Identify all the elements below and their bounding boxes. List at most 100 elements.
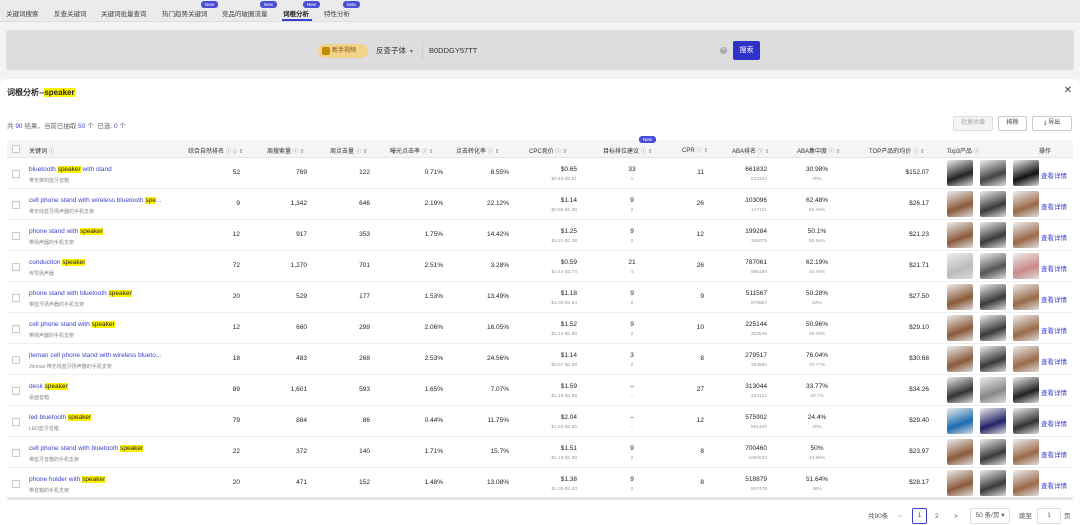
view-details-link[interactable]: 查看详情 (1041, 170, 1067, 180)
product-thumbnail[interactable] (947, 377, 973, 403)
col-cpr[interactable]: CPR ⓘ ⇕ (682, 146, 708, 154)
product-thumbnail[interactable] (947, 222, 973, 248)
col-cpc[interactable]: CPC竞价 ⓘ ⇕ (529, 146, 567, 155)
col-top-avg-price[interactable]: TOP产品的均价 ⓘ ⇕ (869, 146, 925, 155)
select-all-checkbox[interactable] (12, 145, 20, 153)
col-keyword[interactable]: 关键词 ⓘ (29, 146, 54, 155)
page-size-select[interactable]: 50 条/页 ▾ (970, 508, 1010, 524)
keyword-link[interactable]: cell phone stand with bluetooth speaker (29, 445, 144, 452)
tab-batch-query[interactable]: 关键词批量查询 (101, 8, 147, 18)
tab-feature-analysis[interactable]: 特性分析 (324, 8, 350, 18)
table-row[interactable]: phone stand with bluetooth speaker 带蓝牙扬声器… (7, 282, 1073, 313)
product-thumbnail[interactable] (1013, 315, 1039, 341)
tab-trending-keyword[interactable]: 热门趋势关键词 (162, 8, 208, 18)
product-thumbnail[interactable] (980, 160, 1006, 186)
tab-root-analysis[interactable]: 词根分析 (283, 8, 309, 18)
product-thumbnail[interactable] (1013, 160, 1039, 186)
product-thumbnail[interactable] (980, 377, 1006, 403)
col-aba-concentration[interactable]: ABA集中度 ⓘ ⇕ (797, 146, 840, 155)
product-thumbnail[interactable] (947, 191, 973, 217)
close-icon[interactable]: ✕ (1064, 85, 1072, 96)
product-thumbnail[interactable] (947, 160, 973, 186)
view-details-link[interactable]: 查看详情 (1041, 449, 1067, 459)
tutorial-video-button[interactable]: 新手视频 (318, 44, 368, 58)
row-checkbox[interactable] (12, 387, 20, 395)
view-details-link[interactable]: 查看详情 (1041, 325, 1067, 335)
table-row[interactable]: cell phone stand with speaker 带扬声器的手机支架 12… (7, 313, 1073, 344)
table-row[interactable]: cell phone stand with bluetooth speaker 带… (7, 437, 1073, 468)
search-type-select[interactable]: 反查子体 ▾ (376, 44, 413, 59)
table-row[interactable]: bluetooth speaker with stand 带支架的蓝牙音箱 52 76… (7, 158, 1073, 189)
tab-keyword-search[interactable]: 关键词搜索 (6, 8, 39, 18)
table-row[interactable]: conduction speaker 传导扬声器 72 1,270 701 2.51% 3.… (7, 251, 1073, 282)
product-thumbnail[interactable] (1013, 408, 1039, 434)
keyword-link[interactable]: conduction speaker (29, 259, 86, 266)
row-checkbox[interactable] (12, 201, 20, 209)
col-weekly-clicks[interactable]: 周点击量 ⓘ ⇕ (330, 146, 367, 155)
col-weekly-search[interactable]: 周搜索量 ⓘ ⇕ (267, 146, 304, 155)
col-cvr[interactable]: 点击转化率 ⓘ ⇕ (456, 146, 499, 155)
view-details-link[interactable]: 查看详情 (1041, 263, 1067, 273)
view-details-link[interactable]: 查看详情 (1041, 356, 1067, 366)
product-thumbnail[interactable] (947, 315, 973, 341)
keyword-link[interactable]: phone holder with speaker (29, 476, 106, 483)
next-page-icon[interactable]: > (954, 510, 958, 524)
product-thumbnail[interactable] (980, 191, 1006, 217)
row-checkbox[interactable] (12, 232, 20, 240)
product-thumbnail[interactable] (980, 470, 1006, 496)
keyword-link[interactable]: bluetooth speaker with stand (29, 166, 112, 173)
product-thumbnail[interactable] (980, 284, 1006, 310)
col-ctr[interactable]: 曝光点击率 ⓘ ⇕ (390, 146, 433, 155)
asin-input[interactable]: B0DDGY57TT (422, 42, 728, 60)
table-row[interactable]: jteman cell phone stand with wireless bl… (7, 344, 1073, 375)
tab-competitor-traffic[interactable]: 竞品的破圈流量 (222, 8, 268, 18)
keyword-link[interactable]: desk speaker (29, 383, 68, 390)
keyword-link[interactable]: phone stand with bluetooth speaker (29, 290, 132, 297)
page-2[interactable]: 2 (935, 510, 939, 524)
prev-page-icon[interactable]: < (898, 510, 902, 524)
keyword-link[interactable]: cell phone stand with wireless bluetooth… (29, 197, 161, 204)
row-checkbox[interactable] (12, 170, 20, 178)
table-row[interactable]: led bluetooth speaker LED蓝牙音箱 79 884 86 0.44%… (7, 406, 1073, 437)
product-thumbnail[interactable] (1013, 222, 1039, 248)
keyword-link[interactable]: jteman cell phone stand with wireless bl… (29, 352, 161, 359)
keyword-link[interactable]: led bluetooth speaker (29, 414, 92, 421)
product-thumbnail[interactable] (980, 253, 1006, 279)
row-checkbox[interactable] (12, 418, 20, 426)
product-thumbnail[interactable] (947, 470, 973, 496)
table-row[interactable]: phone stand with speaker 带扬声器的手机支架 12 917 35… (7, 220, 1073, 251)
product-thumbnail[interactable] (1013, 253, 1039, 279)
batch-favorite-button[interactable]: 批量收藏 (953, 116, 993, 131)
row-checkbox[interactable] (12, 480, 20, 488)
product-thumbnail[interactable] (1013, 284, 1039, 310)
export-button[interactable]: ⤓ 导出 (1032, 116, 1072, 131)
product-thumbnail[interactable] (980, 222, 1006, 248)
col-target-position[interactable]: 目标排位建议 ⓘ ⇕ (603, 146, 652, 155)
view-details-link[interactable]: 查看详情 (1041, 480, 1067, 490)
col-natural-rank[interactable]: 综合自然排名 ⓘ ◇ ⇕ (188, 146, 243, 155)
col-aba-rank[interactable]: ABA排名 ⓘ ⇕ (732, 146, 769, 155)
product-thumbnail[interactable] (980, 408, 1006, 434)
product-thumbnail[interactable] (980, 346, 1006, 372)
tab-reverse-keyword[interactable]: 反查关键词 (54, 8, 87, 18)
row-checkbox[interactable] (12, 449, 20, 457)
product-thumbnail[interactable] (1013, 439, 1039, 465)
view-details-link[interactable]: 查看详情 (1041, 232, 1067, 242)
product-thumbnail[interactable] (947, 439, 973, 465)
view-details-link[interactable]: 查看详情 (1041, 201, 1067, 211)
exclude-button[interactable]: 排除 (998, 116, 1027, 131)
product-thumbnail[interactable] (1013, 346, 1039, 372)
product-thumbnail[interactable] (947, 408, 973, 434)
product-thumbnail[interactable] (1013, 377, 1039, 403)
product-thumbnail[interactable] (1013, 191, 1039, 217)
row-checkbox[interactable] (12, 294, 20, 302)
table-row[interactable]: desk speaker 桌面音箱 89 1,601 593 1.65% 7.07% $1.5… (7, 375, 1073, 406)
page-1[interactable]: 1 (912, 508, 927, 524)
product-thumbnail[interactable] (947, 284, 973, 310)
product-thumbnail[interactable] (947, 346, 973, 372)
table-row[interactable]: cell phone stand with wireless bluetooth… (7, 189, 1073, 220)
view-details-link[interactable]: 查看详情 (1041, 294, 1067, 304)
row-checkbox[interactable] (12, 325, 20, 333)
keyword-link[interactable]: cell phone stand with speaker (29, 321, 115, 328)
keyword-link[interactable]: phone stand with speaker (29, 228, 104, 235)
